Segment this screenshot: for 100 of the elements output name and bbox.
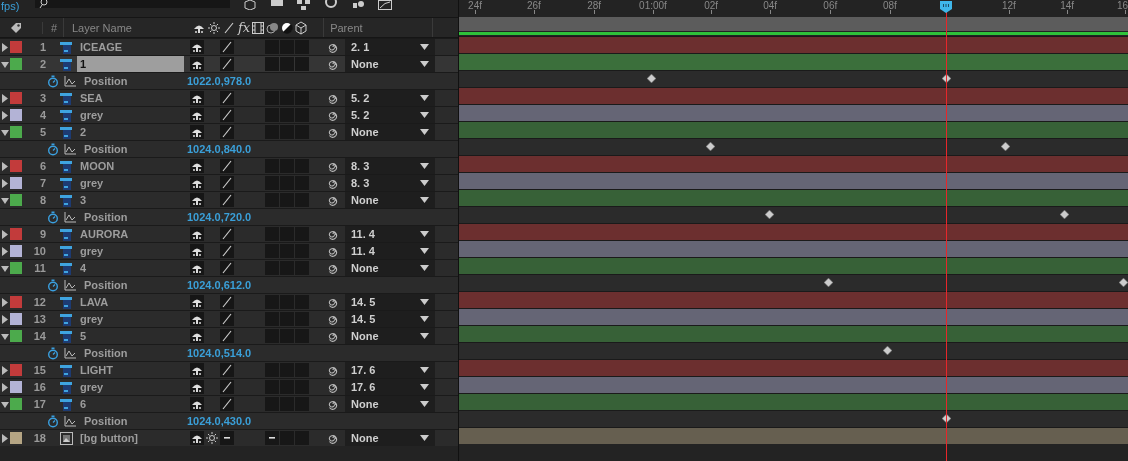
label-color-swatch[interactable] (10, 109, 22, 121)
spiral-icon[interactable] (327, 381, 339, 393)
spiral-icon[interactable] (327, 194, 339, 206)
property-value[interactable]: 1022.0,978.0 (187, 75, 252, 87)
slash-icon[interactable] (220, 57, 234, 71)
parent-dropdown[interactable]: 17. 6 (345, 379, 435, 395)
label-color-swatch[interactable] (10, 58, 22, 70)
label-color-swatch[interactable] (10, 398, 22, 410)
label-color-swatch[interactable] (10, 228, 22, 240)
stopwatch-icon[interactable] (47, 142, 59, 156)
slash-icon[interactable] (220, 363, 234, 377)
dash-icon[interactable] (265, 431, 279, 445)
keyframe-icon[interactable] (823, 278, 833, 287)
slash-icon[interactable] (220, 312, 234, 326)
keyframe-icon[interactable] (1119, 278, 1128, 287)
spiral-icon[interactable] (327, 398, 339, 410)
keyframe-icon[interactable] (764, 210, 774, 219)
property-value[interactable]: 1024.0,840.0 (187, 143, 252, 155)
keyframe-icon[interactable] (942, 414, 952, 423)
ring-icon[interactable] (324, 0, 338, 10)
shy-icon[interactable] (190, 227, 204, 241)
spiral-icon[interactable] (327, 228, 339, 240)
spiral-icon[interactable] (327, 92, 339, 104)
switch-box[interactable] (280, 57, 294, 71)
spiral-icon[interactable] (327, 262, 339, 274)
keyframe-icon[interactable] (1000, 142, 1010, 151)
spiral-icon[interactable] (327, 296, 339, 308)
expand-arrow[interactable] (0, 93, 10, 103)
spiral-icon[interactable] (327, 109, 339, 121)
graph-icon[interactable] (64, 347, 77, 359)
layer-name[interactable]: ICEAGE (77, 39, 184, 55)
shy-icon[interactable] (190, 329, 204, 343)
layer-name[interactable]: MOON (77, 158, 184, 174)
shy-icon[interactable] (190, 431, 204, 445)
layer-name[interactable]: grey (77, 175, 184, 191)
slash-icon[interactable] (220, 176, 234, 190)
expand-arrow[interactable] (0, 246, 10, 256)
shy-icon[interactable] (190, 380, 204, 394)
graph-editor-icon[interactable] (378, 0, 392, 10)
spiral-icon[interactable] (327, 313, 339, 325)
property-value[interactable]: 1024.0,514.0 (187, 347, 252, 359)
slash-icon[interactable] (220, 159, 234, 173)
layer-name[interactable]: grey (77, 379, 184, 395)
shy-icon[interactable] (190, 295, 204, 309)
slash-icon[interactable] (220, 244, 234, 258)
layer-name-field[interactable]: 1 (77, 56, 184, 72)
spiral-icon[interactable] (327, 177, 339, 189)
spiral-icon[interactable] (327, 126, 339, 138)
spiral-icon[interactable] (327, 58, 339, 70)
spiral-icon[interactable] (327, 160, 339, 172)
expand-arrow[interactable] (0, 127, 10, 137)
parent-dropdown[interactable]: 8. 3 (345, 158, 435, 174)
label-color-swatch[interactable] (10, 262, 22, 274)
label-color-swatch[interactable] (10, 177, 22, 189)
half-circle-icon[interactable] (281, 20, 294, 35)
layer-name[interactable]: grey (77, 311, 184, 327)
expand-arrow[interactable] (0, 195, 10, 205)
slash-icon[interactable] (220, 329, 234, 343)
keyframe-icon[interactable] (705, 142, 715, 151)
cube-icon[interactable] (295, 20, 308, 35)
label-color-swatch[interactable] (10, 92, 22, 104)
graph-icon[interactable] (64, 211, 77, 223)
layer-name[interactable]: AURORA (77, 226, 184, 242)
layer-name[interactable]: grey (77, 107, 184, 123)
expand-arrow[interactable] (0, 229, 10, 239)
sun-icon[interactable] (208, 20, 220, 35)
shy-icon[interactable] (190, 312, 204, 326)
parent-dropdown[interactable]: 8. 3 (345, 175, 435, 191)
parent-dropdown[interactable]: None (345, 396, 435, 412)
slash-icon[interactable] (220, 91, 234, 105)
shy-icon[interactable] (190, 125, 204, 139)
shy-icon[interactable] (190, 57, 204, 71)
parent-dropdown[interactable]: None (345, 56, 435, 72)
graph-icon[interactable] (64, 75, 77, 87)
layer-name[interactable]: SEA (77, 90, 184, 106)
slash-icon[interactable] (220, 295, 234, 309)
shy-icon[interactable] (190, 397, 204, 411)
label-color-swatch[interactable] (10, 194, 22, 206)
layer-name[interactable]: 4 (77, 260, 184, 276)
slash-icon[interactable] (220, 193, 234, 207)
spiral-icon[interactable] (327, 432, 339, 444)
expand-arrow[interactable] (0, 382, 10, 392)
keyframe-icon[interactable] (1059, 210, 1069, 219)
parent-dropdown[interactable]: None (345, 328, 435, 344)
parent-dropdown[interactable]: 2. 1 (345, 39, 435, 55)
layer-name[interactable]: 5 (77, 328, 184, 344)
stopwatch-icon[interactable] (47, 278, 59, 292)
spiral-icon[interactable] (327, 41, 339, 53)
layer-name[interactable]: LAVA (77, 294, 184, 310)
label-color-swatch[interactable] (10, 313, 22, 325)
keyframe-icon[interactable] (883, 346, 893, 355)
expand-arrow[interactable] (0, 178, 10, 188)
shy-icon[interactable] (190, 40, 204, 54)
layer-name[interactable]: LIGHT (77, 362, 184, 378)
slash-icon[interactable] (220, 125, 234, 139)
film-icon[interactable] (252, 20, 265, 35)
expand-arrow[interactable] (0, 399, 10, 409)
spiral-icon[interactable] (327, 330, 339, 342)
expand-arrow[interactable] (0, 297, 10, 307)
label-color-swatch[interactable] (10, 330, 22, 342)
